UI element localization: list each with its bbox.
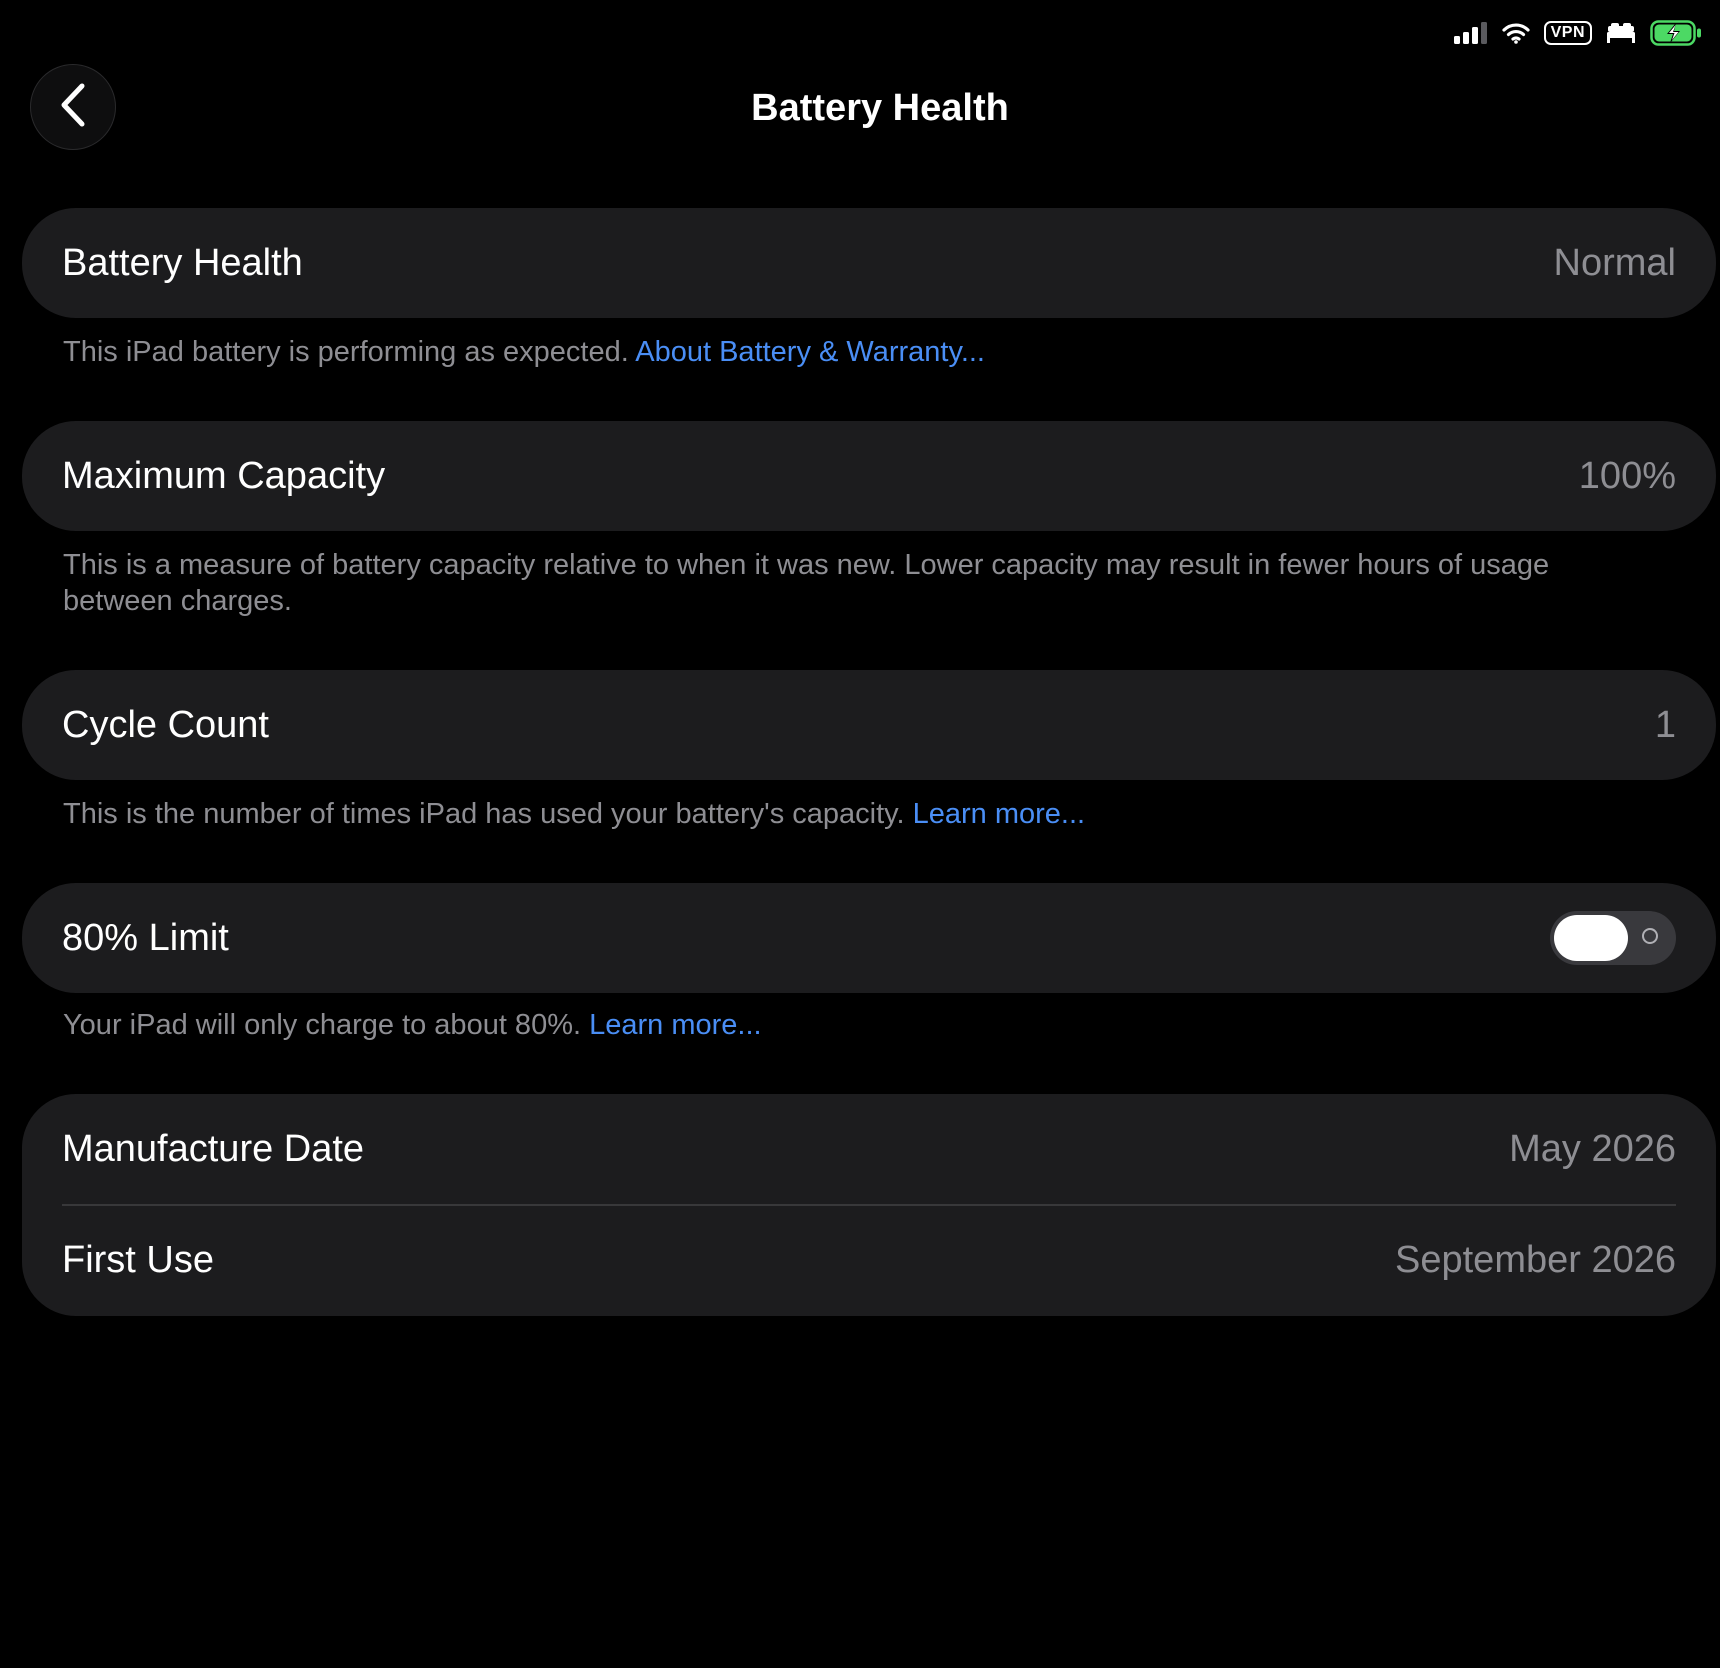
status-bar: VPN — [1453, 18, 1702, 48]
toggle-knob — [1554, 915, 1628, 961]
limit-80-toggle[interactable] — [1550, 911, 1676, 965]
limit-80-footnote: Your iPad will only charge to about 80%.… — [63, 1007, 1663, 1043]
cycle-count-learn-more-link[interactable]: Learn more... — [913, 798, 1085, 830]
cycle-count-footnote: This is the number of times iPad has use… — [63, 796, 1663, 832]
maximum-capacity-label: Maximum Capacity — [62, 454, 386, 497]
battery-charging-icon — [1650, 20, 1702, 46]
wifi-icon — [1501, 22, 1530, 44]
manufacture-date-label: Manufacture Date — [62, 1127, 365, 1170]
maximum-capacity-value: 100% — [1578, 454, 1676, 497]
first-use-row: First Use September 2026 — [22, 1206, 1716, 1316]
vpn-badge: VPN — [1543, 21, 1592, 45]
limit-80-footnote-text: Your iPad will only charge to about 80%. — [63, 1009, 582, 1041]
cycle-count-row: Cycle Count 1 — [22, 670, 1716, 780]
limit-80-label: 80% Limit — [62, 916, 229, 959]
battery-health-footnote-text: This iPad battery is performing as expec… — [63, 336, 629, 368]
battery-health-card: Battery Health Normal — [22, 208, 1716, 318]
first-use-value: September 2026 — [1395, 1239, 1676, 1281]
maximum-capacity-row: Maximum Capacity 100% — [22, 421, 1716, 531]
about-battery-warranty-link[interactable]: About Battery & Warranty... — [635, 336, 985, 368]
cycle-count-label: Cycle Count — [62, 703, 269, 746]
maximum-capacity-footnote: This is a measure of battery capacity re… — [63, 547, 1663, 619]
first-use-label: First Use — [62, 1239, 214, 1281]
limit-80-learn-more-link[interactable]: Learn more... — [589, 1009, 761, 1041]
manufacture-date-value: May 2026 — [1509, 1127, 1676, 1170]
maximum-capacity-card: Maximum Capacity 100% — [22, 421, 1716, 531]
battery-health-value: Normal — [1553, 241, 1676, 284]
cycle-count-value: 1 — [1654, 703, 1676, 746]
battery-health-footnote: This iPad battery is performing as expec… — [63, 334, 1663, 370]
limit-80-card: 80% Limit — [22, 883, 1716, 993]
cellular-signal-icon — [1453, 22, 1488, 44]
page-title: Battery Health — [751, 87, 1009, 129]
toggle-off-indicator-icon — [1642, 928, 1658, 944]
maximum-capacity-footnote-text: This is a measure of battery capacity re… — [63, 549, 1550, 617]
battery-health-label: Battery Health — [62, 241, 303, 284]
cycle-count-footnote-text: This is the number of times iPad has use… — [63, 798, 905, 830]
manufacture-date-row: Manufacture Date May 2026 — [22, 1094, 1716, 1204]
sleep-focus-bed-icon — [1606, 22, 1636, 44]
limit-80-row: 80% Limit — [22, 883, 1716, 993]
battery-health-row: Battery Health Normal — [22, 208, 1716, 318]
cycle-count-card: Cycle Count 1 — [22, 670, 1716, 780]
dates-card: Manufacture Date May 2026 First Use Sept… — [22, 1094, 1716, 1316]
